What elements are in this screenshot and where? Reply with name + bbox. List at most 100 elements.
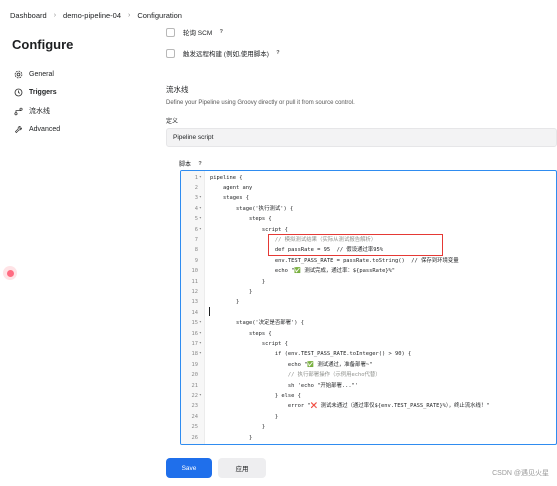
code-text: echo "✅ 测试完成，通过率：${passRate}%" xyxy=(210,268,396,275)
code-text: steps { xyxy=(210,216,272,223)
fold-toggle-icon[interactable]: ▾ xyxy=(199,204,205,214)
script-label: 脚本 xyxy=(179,162,192,168)
definition-label: 定义 xyxy=(166,119,179,125)
sidebar-nav: General Triggers 流水线 Advanced xyxy=(8,65,138,139)
code-text: echo "✅ 测试通过，准备部署~" xyxy=(210,361,373,368)
gear-icon xyxy=(12,68,24,80)
help-icon[interactable]: ? xyxy=(274,49,282,57)
line-number: 23 xyxy=(191,403,199,410)
code-text: pipeline { xyxy=(210,174,243,181)
trigger-option-remote-build: 触发远程构建 (例如,使用脚本) ? xyxy=(166,45,557,61)
line-number: 12 xyxy=(191,288,199,295)
page-title: Configure xyxy=(12,37,74,52)
line-number: 5 xyxy=(194,216,198,223)
fold-toggle-icon[interactable]: ▾ xyxy=(199,391,205,401)
fold-toggle-icon[interactable]: ▾ xyxy=(199,329,205,339)
breadcrumb-separator: › xyxy=(53,11,57,19)
code-line: 16 ▾ steps { xyxy=(181,329,556,339)
sidebar-item-label: 流水线 xyxy=(29,108,50,115)
line-number: 26 xyxy=(191,434,199,441)
code-text: steps { xyxy=(210,330,272,337)
line-number: 21 xyxy=(191,382,199,389)
code-line: 22 ▾ } else { xyxy=(181,391,556,401)
fold-toggle-icon[interactable]: ▾ xyxy=(199,214,205,224)
line-number: 2 xyxy=(194,184,198,191)
code-text: def passRate = 95 // 假设通过率95% xyxy=(210,247,383,254)
code-text: sh 'echo "开始部署..."' xyxy=(210,382,359,389)
line-number: 19 xyxy=(191,361,199,368)
code-text: } xyxy=(210,299,240,306)
code-text: agent any xyxy=(210,184,253,191)
watermark: CSDN @遇见火星 xyxy=(492,470,549,477)
line-number: 18 xyxy=(191,351,199,358)
line-number: 4 xyxy=(194,205,198,212)
trigger-option-poll-scm: 轮询 SCM ? xyxy=(166,24,557,40)
code-line: 10 echo "✅ 测试完成，通过率：${passRate}%" xyxy=(181,266,556,276)
code-line: 1 ▾ pipeline { xyxy=(181,173,556,183)
line-number: 16 xyxy=(191,330,199,337)
triggers-section: 轮询 SCM ? 触发远程构建 (例如,使用脚本) ? xyxy=(166,22,557,61)
fold-toggle-icon[interactable]: ▾ xyxy=(199,339,205,349)
sidebar-item-label: Advanced xyxy=(29,126,61,133)
code-line: 12 } xyxy=(181,287,556,297)
code-line: 11 } xyxy=(181,277,556,287)
help-icon[interactable]: ? xyxy=(217,28,225,36)
code-text: } else { xyxy=(210,392,301,399)
code-text: } xyxy=(210,424,266,431)
fold-toggle-icon[interactable]: ▾ xyxy=(199,173,205,183)
help-icon[interactable]: ? xyxy=(196,160,204,168)
pipeline-icon xyxy=(12,105,24,117)
code-line: 2 agent any xyxy=(181,183,556,193)
fold-toggle-icon[interactable]: ▾ xyxy=(199,349,205,359)
line-number: 22 xyxy=(191,392,199,399)
code-line: 21 sh 'echo "开始部署..."' xyxy=(181,381,556,391)
line-number: 8 xyxy=(194,247,198,254)
fold-toggle-icon[interactable]: ▾ xyxy=(199,318,205,328)
line-number: 7 xyxy=(194,236,198,243)
definition-select[interactable]: Pipeline script xyxy=(166,128,557,147)
breadcrumb-project[interactable]: demo-pipeline-04 xyxy=(63,11,121,20)
poll-scm-checkbox[interactable] xyxy=(166,27,175,37)
line-number: 14 xyxy=(191,309,199,316)
script-label-row: 脚本 ? xyxy=(179,159,204,169)
code-text: stages { xyxy=(210,195,249,202)
code-line: 23 error "❌ 测试未通过（通过率仅${env.TEST_PASS_RA… xyxy=(181,401,556,411)
sidebar-item-label: Triggers xyxy=(29,89,57,96)
apply-button[interactable]: 应用 xyxy=(218,458,266,478)
code-line: 3 ▾ stages { xyxy=(181,193,556,203)
line-number: 6 xyxy=(194,226,198,233)
code-text: stage('执行测试') { xyxy=(210,205,294,212)
remote-build-checkbox[interactable] xyxy=(166,48,175,58)
code-text: // 模拟测试结果（实际从测试报告解析） xyxy=(210,236,377,243)
code-text: error "❌ 测试未通过（通过率仅${env.TEST_PASS_RATE}… xyxy=(210,403,490,410)
line-number: 9 xyxy=(194,257,198,264)
code-line: 14 xyxy=(181,308,556,318)
floating-assistant-icon[interactable] xyxy=(3,266,17,280)
fold-toggle-icon[interactable]: ▾ xyxy=(199,225,205,235)
code-line: 26 } xyxy=(181,433,556,443)
fold-toggle-icon[interactable]: ▾ xyxy=(199,193,205,203)
code-text: } xyxy=(210,434,253,441)
sidebar-item-triggers[interactable]: Triggers xyxy=(8,84,138,102)
sidebar-item-label: General xyxy=(29,70,54,78)
line-number: 1 xyxy=(194,174,198,181)
line-number: 15 xyxy=(191,320,199,327)
code-text: if (env.TEST_PASS_RATE.toInteger() > 90)… xyxy=(210,351,412,358)
pipeline-script-editor[interactable]: 1 ▾ pipeline {2 agent any 3 ▾ stages {4 ▾ sta… xyxy=(180,170,557,445)
save-button[interactable]: Save xyxy=(166,458,212,478)
breadcrumb-configuration[interactable]: Configuration xyxy=(137,11,182,20)
code-line: 13 } xyxy=(181,297,556,307)
line-number: 10 xyxy=(191,268,199,275)
pipeline-section-title: 流水线 xyxy=(166,85,189,94)
code-line: 15 ▾ stage('决定是否部署') { xyxy=(181,318,556,328)
sidebar-item-advanced[interactable]: Advanced xyxy=(8,121,138,139)
sidebar-item-pipeline[interactable]: 流水线 xyxy=(8,102,138,120)
trigger-option-label: 轮询 SCM xyxy=(183,30,213,37)
wrench-icon xyxy=(12,124,24,136)
code-text: } xyxy=(210,413,279,420)
clock-icon xyxy=(12,87,24,99)
code-line: 20 // 执行部署操作（示例用echo代替） xyxy=(181,370,556,380)
breadcrumb-dashboard[interactable]: Dashboard xyxy=(10,11,47,20)
sidebar-item-general[interactable]: General xyxy=(8,65,138,83)
code-text: script { xyxy=(210,340,288,347)
